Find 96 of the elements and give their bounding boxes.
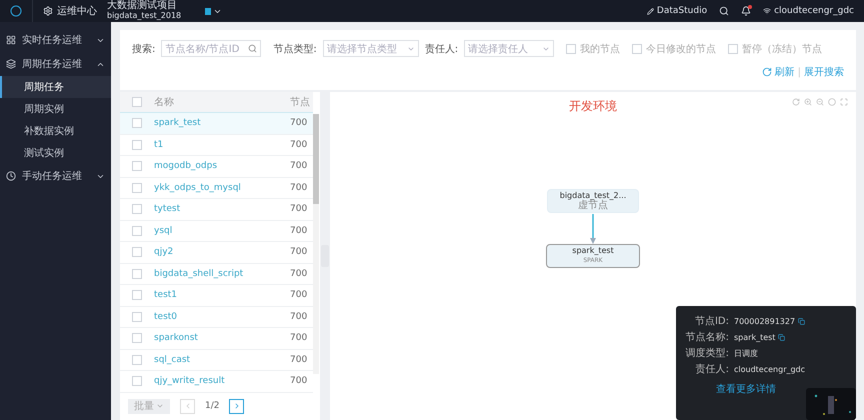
table-row[interactable]: t1 700	[120, 134, 313, 156]
previous-page-button[interactable]	[180, 398, 195, 414]
checkbox[interactable]	[728, 44, 738, 54]
info-label: 节点ID:	[694, 314, 730, 328]
table-row[interactable]: sql_cast 700	[120, 350, 313, 371]
row-checkbox[interactable]	[132, 268, 142, 279]
info-value: spark_test	[734, 332, 786, 342]
owner-label: 责任人:	[424, 42, 458, 56]
details-link[interactable]: 查看更多详情	[716, 382, 776, 396]
group-icon	[6, 59, 16, 69]
info-label: 调度类型:	[684, 346, 730, 360]
refresh-icon[interactable]	[792, 98, 800, 106]
gear-icon	[43, 6, 53, 16]
zoom-out-icon[interactable]	[816, 98, 824, 106]
minimap-drawing	[806, 388, 856, 420]
sidebar-item[interactable]: 周期实例	[0, 98, 111, 120]
row-checkbox[interactable]	[132, 312, 142, 322]
table-cell: 700	[290, 140, 308, 150]
refresh-link[interactable]: 刷新	[774, 65, 795, 79]
wifi-icon	[763, 7, 772, 15]
table-cell: 700	[290, 376, 308, 386]
project-color-icon[interactable]	[205, 8, 211, 14]
search-label: 搜索:	[132, 42, 156, 56]
project-name: 大数据测试项目	[107, 1, 178, 11]
row-checkbox[interactable]	[132, 354, 142, 365]
checkbox[interactable]	[566, 44, 576, 54]
node-type-label: 节点类型:	[273, 42, 317, 56]
table-cell: 700	[290, 118, 308, 128]
table-row[interactable]: test0 700	[120, 306, 313, 328]
bell-icon[interactable]	[741, 6, 752, 16]
row-checkbox[interactable]	[132, 376, 142, 386]
group-icon	[6, 171, 16, 181]
table-cell: 700	[290, 333, 308, 344]
table-cell: 700	[290, 312, 308, 322]
collapse-handle[interactable]	[321, 245, 329, 267]
page-indicator: 1/2	[205, 401, 220, 412]
search-icon[interactable]	[719, 6, 730, 16]
module-title: 运维中心	[57, 4, 97, 18]
datastudio-link[interactable]: DataStudio	[656, 6, 708, 16]
checkbox-label: 暂停（冻结）节点	[742, 42, 822, 56]
checkbox-label: 我的节点	[580, 42, 620, 56]
table-cell: 700	[290, 247, 308, 258]
table-row[interactable]: ysql 700	[120, 220, 313, 242]
pencil-icon[interactable]	[646, 8, 654, 14]
logo-icon[interactable]	[10, 5, 22, 17]
row-checkbox[interactable]	[132, 204, 142, 214]
row-checkbox[interactable]	[132, 182, 142, 193]
sidebar-group[interactable]: 实时任务运维	[0, 28, 111, 52]
info-label: 责任人:	[694, 362, 730, 376]
info-label: 节点名称:	[684, 330, 730, 344]
sidebar-item[interactable]: 补数据实例	[0, 120, 111, 142]
edge-arrow	[589, 214, 597, 244]
expand-search-link[interactable]: 展开搜索	[804, 65, 844, 79]
row-checkbox[interactable]	[132, 333, 142, 344]
sidebar-item[interactable]: 周期任务	[0, 76, 111, 98]
row-checkbox[interactable]	[132, 140, 142, 150]
graph-node[interactable]: bigdata_test_2... 虚节点	[547, 189, 639, 213]
row-checkbox[interactable]	[132, 161, 142, 172]
table-cell: 700	[290, 204, 308, 214]
row-checkbox[interactable]	[132, 290, 142, 300]
refresh-icon[interactable]	[762, 67, 772, 77]
table-cell: 700	[290, 290, 308, 300]
sidebar-item[interactable]: 测试实例	[0, 142, 111, 164]
info-value: 700002891327	[734, 316, 806, 326]
user-menu[interactable]: cloudtecengr_gdc	[774, 6, 854, 16]
column-header: 节点	[290, 96, 310, 109]
table-row[interactable]: ykk_odps_to_mysql 700	[120, 178, 313, 199]
table-cell: 700	[290, 226, 308, 236]
group-icon	[6, 35, 16, 45]
table-cell: 700	[290, 161, 308, 172]
info-value: cloudtecengr_gdc	[734, 364, 806, 374]
row-checkbox[interactable]	[132, 247, 142, 258]
checkbox-label: 今日修改的节点	[646, 42, 716, 56]
copy-icon[interactable]	[778, 334, 786, 340]
graph-title: 开发环境	[569, 98, 617, 115]
table-cell: 700	[290, 354, 308, 365]
checkbox[interactable]	[632, 44, 642, 54]
fullscreen-icon[interactable]	[840, 98, 848, 106]
sidebar-group[interactable]: 手动任务运维	[0, 164, 111, 188]
sidebar-group[interactable]: 周期任务运维	[0, 52, 111, 76]
zoom-in-icon[interactable]	[804, 98, 812, 106]
next-page-button[interactable]	[229, 398, 244, 414]
table-cell: 700	[290, 268, 308, 279]
info-value: 日调度	[734, 348, 758, 358]
row-checkbox[interactable]	[132, 118, 142, 128]
table-row[interactable]: bigdata_shell_script 700	[120, 264, 313, 285]
select-all-checkbox[interactable]	[132, 97, 142, 107]
row-checkbox[interactable]	[132, 226, 142, 236]
project-id: bigdata_test_2018	[107, 11, 182, 21]
separator: |	[798, 66, 801, 78]
table-row[interactable]: spark_test 700	[120, 113, 313, 134]
scrollbar[interactable]	[313, 114, 319, 374]
table-cell: 700	[290, 182, 308, 193]
circle-icon[interactable]	[828, 98, 836, 106]
copy-icon[interactable]	[798, 318, 806, 324]
column-header: 名称	[154, 96, 175, 109]
